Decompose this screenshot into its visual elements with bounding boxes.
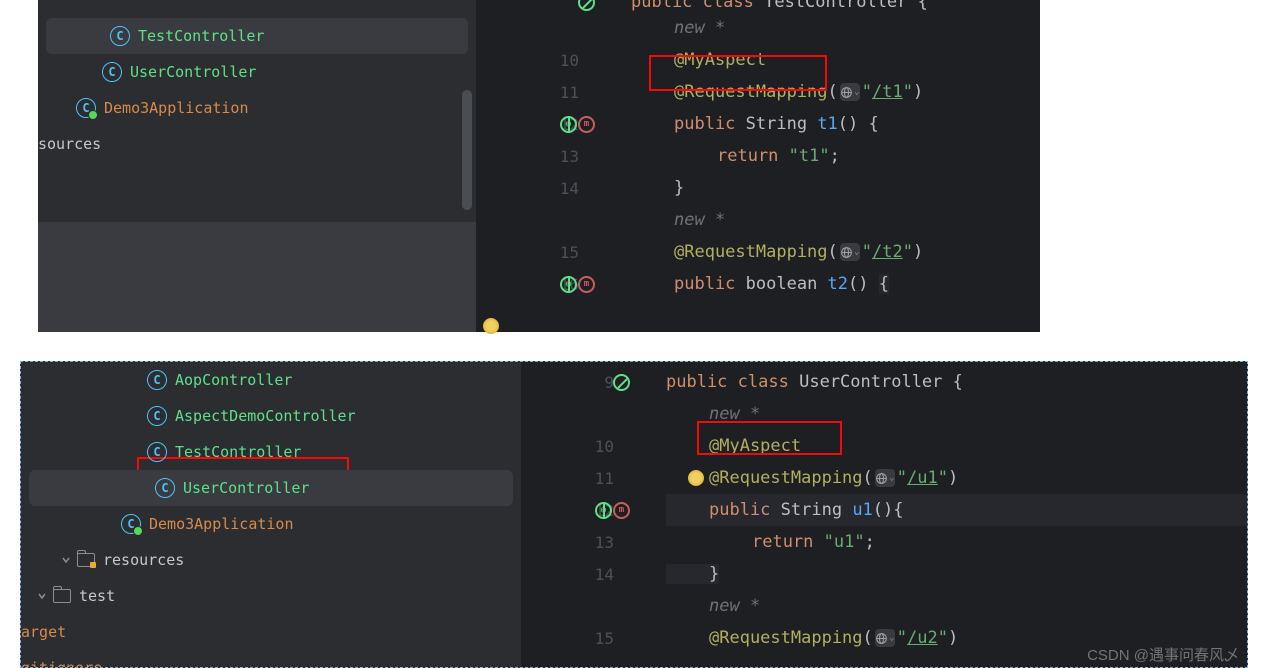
project-tree-bottom[interactable]: CAopControllerCAspectDemoControllerCTest… bbox=[21, 362, 521, 667]
tree-label: Demo3Application bbox=[149, 515, 294, 533]
code-editor-bottom[interactable]: 9101112m131415 public class UserControll… bbox=[521, 362, 1247, 667]
runnable-class-icon: C bbox=[76, 98, 96, 118]
tree-item-arget[interactable]: arget bbox=[21, 614, 521, 650]
tree-item-test[interactable]: test bbox=[21, 578, 521, 614]
class-icon: C bbox=[155, 478, 175, 498]
url-globe-icon[interactable]: ⌄ bbox=[840, 243, 860, 261]
code-line[interactable]: } bbox=[666, 558, 1247, 590]
code-line[interactable]: public boolean t2() { bbox=[631, 268, 1040, 300]
tree-label: Demo3Application bbox=[104, 99, 249, 117]
line-number: 13 bbox=[595, 533, 626, 552]
mapping-icon[interactable]: m bbox=[613, 502, 630, 519]
class-icon: C bbox=[147, 442, 167, 462]
code-line[interactable]: public class TestController { bbox=[631, 0, 1040, 12]
tree-item-usercontroller[interactable]: C UserController bbox=[29, 470, 513, 506]
tree-item-usercontroller[interactable]: C UserController bbox=[38, 54, 476, 90]
top-ide-panel: CTestControllerCUserControllerCDemo3Appl… bbox=[38, 0, 1040, 332]
code-line[interactable]: public class UserController { bbox=[666, 366, 1247, 398]
folder-icon bbox=[53, 589, 71, 603]
code-area[interactable]: public class UserController {new *@MyAsp… bbox=[666, 362, 1247, 667]
code-line[interactable]: public String t1() { bbox=[631, 108, 1040, 140]
web-endpoint-icon[interactable] bbox=[595, 502, 612, 519]
class-icon: C bbox=[147, 370, 167, 390]
line-number: 13 bbox=[560, 147, 591, 166]
tree-item-demo3application[interactable]: C Demo3Application bbox=[38, 90, 476, 126]
override-icon[interactable] bbox=[578, 0, 595, 11]
runnable-class-icon: C bbox=[121, 514, 141, 534]
line-number: 11 bbox=[595, 469, 626, 488]
line-number: 15 bbox=[560, 243, 591, 262]
url-globe-icon[interactable]: ⌄ bbox=[840, 83, 860, 101]
line-number: 14 bbox=[595, 565, 626, 584]
code-line[interactable]: new * bbox=[631, 12, 1040, 44]
line-number: 10 bbox=[595, 437, 626, 456]
chevron-down-icon[interactable] bbox=[61, 555, 71, 565]
lightbulb-icon[interactable] bbox=[688, 470, 704, 486]
resources-folder-icon bbox=[77, 553, 95, 567]
tree-item-sources[interactable]: sources bbox=[38, 126, 476, 162]
code-line[interactable]: @RequestMapping(⌄"/u1") bbox=[666, 462, 1247, 494]
code-editor-top[interactable]: 101112m13141516m public class TestContro… bbox=[476, 0, 1040, 332]
code-line[interactable]: return "u1"; bbox=[666, 526, 1247, 558]
class-icon: C bbox=[110, 26, 130, 46]
web-endpoint-icon[interactable] bbox=[560, 276, 577, 293]
tree-item-demo3application[interactable]: C Demo3Application bbox=[21, 506, 521, 542]
code-line[interactable]: return "t1"; bbox=[631, 140, 1040, 172]
chevron-down-icon[interactable] bbox=[37, 591, 47, 601]
tree-label: UserController bbox=[130, 63, 256, 81]
class-icon: C bbox=[102, 62, 122, 82]
code-line[interactable]: @RequestMapping(⌄"/t1") bbox=[631, 76, 1040, 108]
gutter: 101112m13141516m bbox=[476, 0, 631, 332]
code-area[interactable]: public class TestController {new *@MyAsp… bbox=[631, 0, 1040, 332]
code-line[interactable]: new * bbox=[666, 398, 1247, 430]
tree-item-testcontroller[interactable]: C TestController bbox=[21, 434, 521, 470]
code-line[interactable]: @RequestMapping(⌄"/t2") bbox=[631, 236, 1040, 268]
class-icon: C bbox=[147, 406, 167, 426]
tree-label: gitignore bbox=[21, 659, 102, 667]
tree-item-aopcontroller[interactable]: C AopController bbox=[21, 362, 521, 398]
line-number: 10 bbox=[560, 51, 591, 70]
tree-label: TestController bbox=[175, 443, 301, 461]
lightbulb-icon[interactable] bbox=[483, 318, 499, 334]
code-line[interactable]: public String u1(){ bbox=[666, 494, 1247, 526]
override-icon[interactable] bbox=[613, 374, 630, 391]
tree-item-testcontroller[interactable]: C TestController bbox=[46, 18, 468, 54]
tree-label: resources bbox=[103, 551, 184, 569]
code-line[interactable]: new * bbox=[666, 590, 1247, 622]
tree-label: AopController bbox=[175, 371, 292, 389]
tree-label: arget bbox=[21, 623, 66, 641]
mapping-icon[interactable]: m bbox=[578, 116, 595, 133]
tree-item-aspectdemocontroller[interactable]: C AspectDemoController bbox=[21, 398, 521, 434]
tree-label: sources bbox=[38, 135, 101, 153]
line-number: 14 bbox=[560, 179, 591, 198]
tree-item-gitignore[interactable]: gitignore bbox=[21, 650, 521, 667]
project-tree-top[interactable]: CTestControllerCUserControllerCDemo3Appl… bbox=[38, 0, 476, 332]
code-line[interactable]: @MyAspect bbox=[631, 44, 1040, 76]
line-number: 15 bbox=[595, 629, 626, 648]
mapping-icon[interactable]: m bbox=[578, 276, 595, 293]
url-globe-icon[interactable]: ⌄ bbox=[875, 629, 895, 647]
url-globe-icon[interactable]: ⌄ bbox=[875, 469, 895, 487]
code-line[interactable]: new * bbox=[631, 204, 1040, 236]
watermark-text: CSDN @遇事问春风乄 bbox=[1087, 644, 1239, 665]
line-number: 11 bbox=[560, 83, 591, 102]
tree-label: TestController bbox=[138, 27, 264, 45]
bottom-ide-panel: CAopControllerCAspectDemoControllerCTest… bbox=[20, 361, 1248, 668]
tree-item-resources[interactable]: resources bbox=[21, 542, 521, 578]
web-endpoint-icon[interactable] bbox=[560, 116, 577, 133]
code-line[interactable]: } bbox=[631, 172, 1040, 204]
code-line[interactable]: @MyAspect bbox=[666, 430, 1247, 462]
tree-label: UserController bbox=[183, 479, 309, 497]
gutter: 9101112m131415 bbox=[521, 362, 666, 667]
tree-label: AspectDemoController bbox=[175, 407, 356, 425]
tree-label: test bbox=[79, 587, 115, 605]
